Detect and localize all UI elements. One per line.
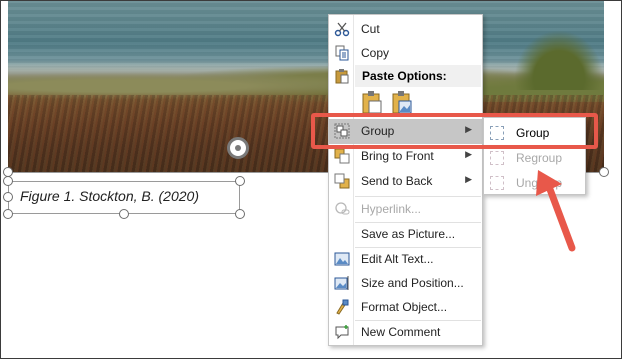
submenu-arrow-icon: ▶ — [465, 149, 472, 159]
scissors-icon — [334, 22, 350, 37]
menu-item-copy[interactable]: Copy — [329, 41, 482, 66]
resize-handle[interactable] — [3, 209, 13, 219]
menu-label-format-object: Format Object... — [361, 300, 448, 314]
regroup-icon — [490, 151, 504, 165]
paste-keep-format-icon[interactable] — [361, 91, 383, 115]
resize-handle[interactable] — [235, 176, 245, 186]
paste-icon — [335, 69, 349, 84]
menu-label-edit-alt-text: Edit Alt Text... — [361, 252, 434, 266]
rotate-handle-icon[interactable] — [227, 137, 249, 159]
menu-item-size-and-position[interactable]: Size and Position... — [329, 271, 482, 296]
resize-handle[interactable] — [119, 209, 129, 219]
format-object-icon — [336, 299, 349, 315]
alt-text-icon — [334, 252, 350, 266]
menu-item-new-comment[interactable]: New Comment — [329, 320, 482, 345]
menu-label-bring-to-front: Bring to Front — [361, 149, 434, 163]
caption-border-top — [8, 181, 240, 182]
menu-item-cut[interactable]: Cut — [329, 17, 482, 42]
size-position-icon — [334, 276, 349, 290]
menu-item-send-to-back[interactable]: Send to Back ▶ — [329, 169, 482, 194]
menu-label-cut: Cut — [361, 22, 380, 36]
paste-options-label: Paste Options: — [362, 69, 447, 83]
menu-label-copy: Copy — [361, 46, 390, 60]
copy-icon — [335, 45, 349, 61]
resize-handle[interactable] — [235, 209, 245, 219]
resize-handle[interactable] — [3, 176, 13, 186]
send-to-back-icon — [334, 173, 350, 189]
bring-to-front-icon — [334, 148, 350, 164]
resize-handle[interactable] — [3, 192, 13, 202]
paste-picture-icon[interactable] — [391, 91, 413, 115]
annotation-highlight-box — [311, 113, 598, 149]
menu-label-send-to-back: Send to Back — [361, 174, 433, 188]
photo-bush — [514, 30, 604, 90]
submenu-arrow-icon: ▶ — [465, 174, 472, 184]
menu-item-format-object[interactable]: Format Object... — [329, 295, 482, 320]
hyperlink-icon — [335, 202, 350, 215]
ungroup-icon — [490, 176, 504, 190]
menu-item-save-as-picture[interactable]: Save as Picture... — [329, 222, 482, 247]
menu-label-hyperlink: Hyperlink... — [361, 202, 422, 216]
annotation-arrow-icon — [536, 170, 576, 252]
menu-item-hyperlink[interactable]: Hyperlink... — [329, 197, 482, 222]
menu-label-new-comment: New Comment — [361, 325, 441, 339]
context-menu: Cut Copy Paste Options: Group ▶ Bring to… — [328, 14, 483, 346]
resize-handle[interactable] — [599, 167, 609, 177]
comment-icon — [335, 325, 349, 340]
menu-label-save-as-picture: Save as Picture... — [361, 227, 456, 241]
menu-item-edit-alt-text[interactable]: Edit Alt Text... — [329, 247, 482, 272]
menu-label-size-and-position: Size and Position... — [361, 276, 464, 290]
figure-caption: Figure 1. Stockton, B. (2020) — [20, 188, 199, 204]
